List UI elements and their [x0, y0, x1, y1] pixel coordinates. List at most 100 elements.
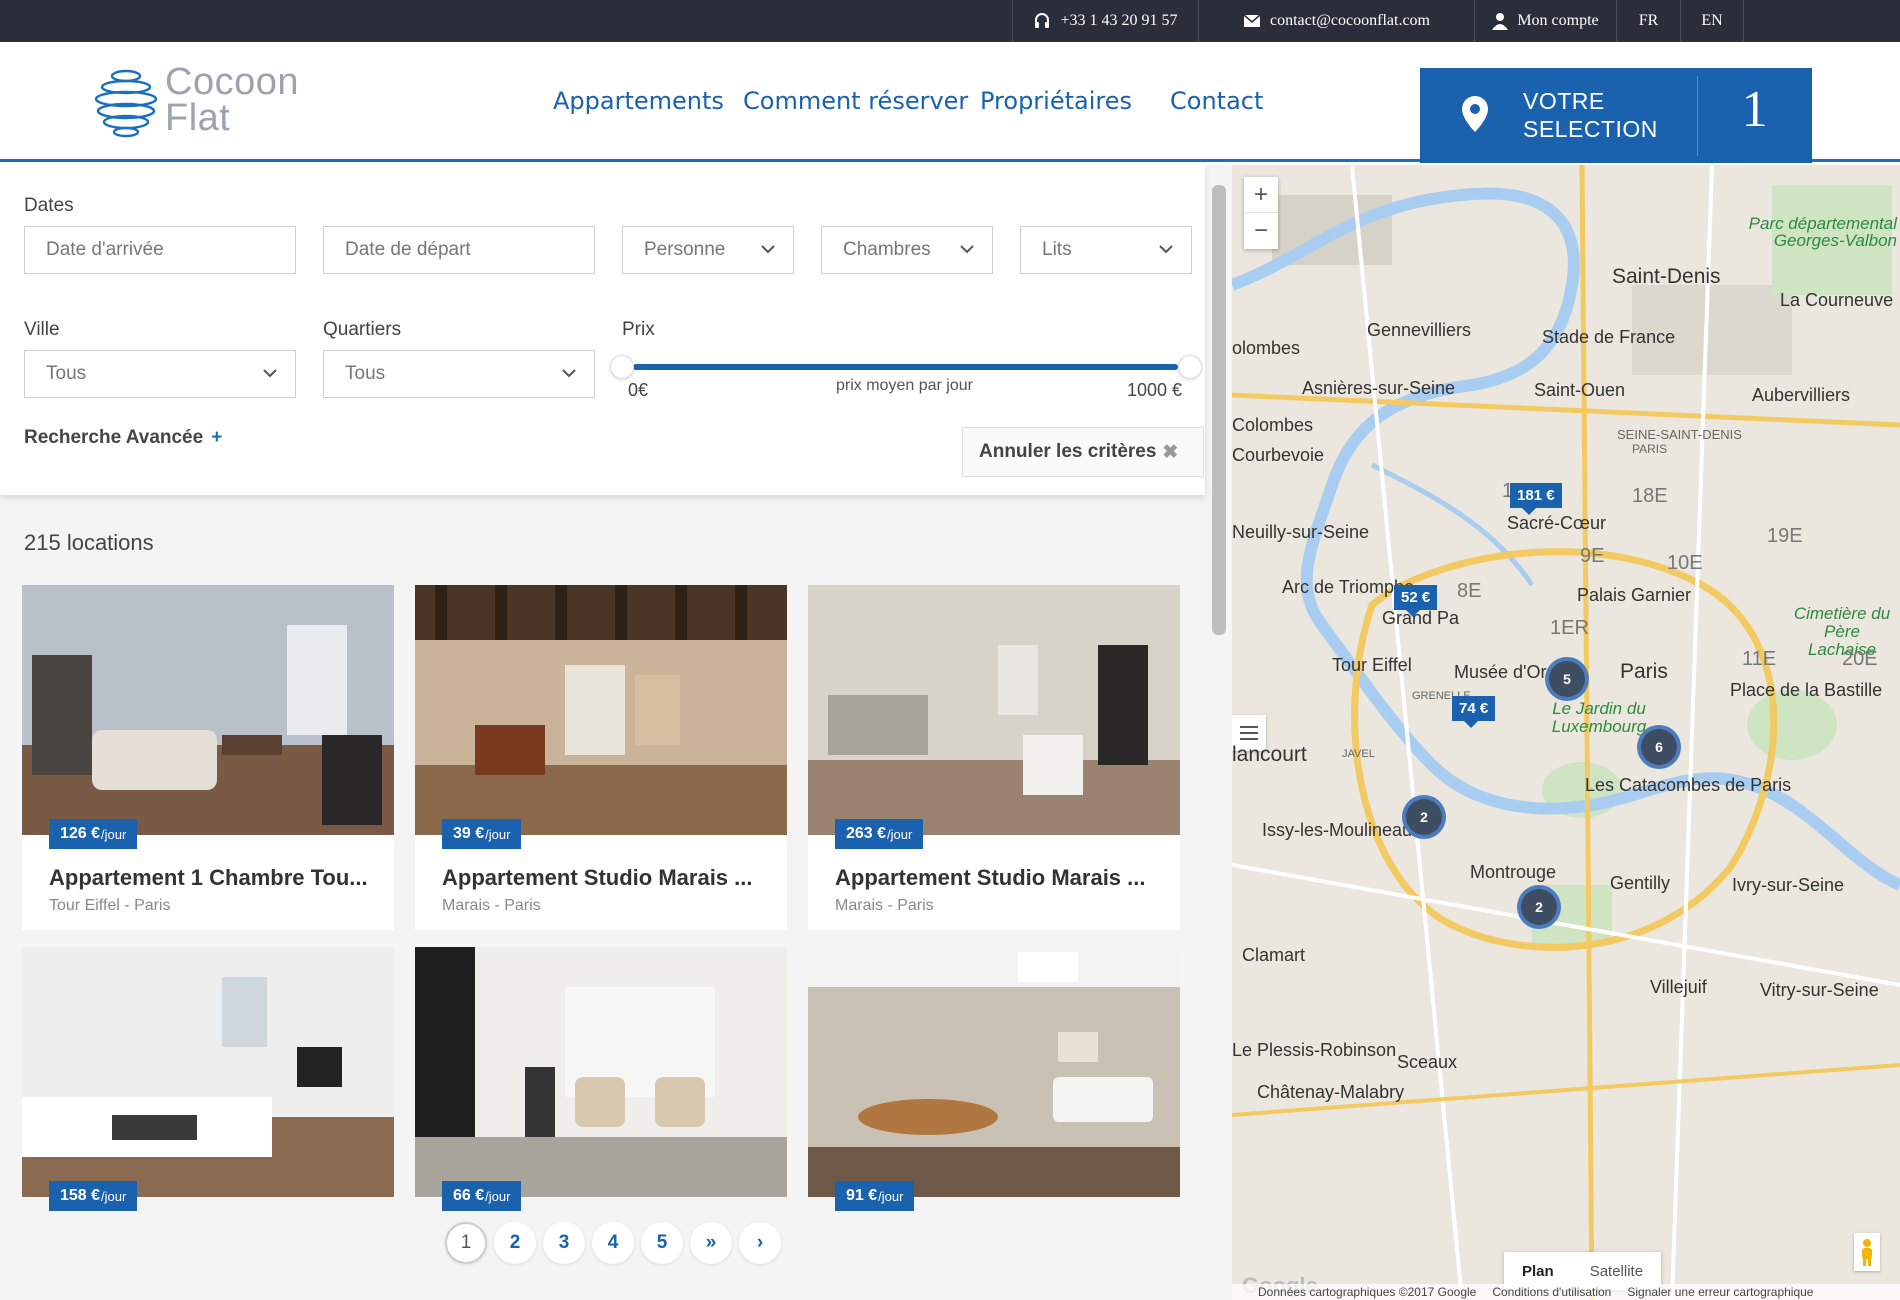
listing-photo: [808, 947, 1180, 1197]
map-label: 8E: [1457, 580, 1482, 602]
map-label: Sacré-Cœur: [1507, 513, 1607, 533]
advanced-search-toggle[interactable]: Recherche Avancée +: [24, 427, 222, 449]
scrollbar[interactable]: [1212, 185, 1226, 635]
map-label: JAVEL: [1342, 748, 1375, 760]
phone-number: +33 1 43 20 91 57: [1060, 12, 1178, 29]
email-link[interactable]: contact@cocoonflat.com: [1198, 0, 1474, 42]
page-3[interactable]: 3: [543, 1222, 585, 1264]
listing-location: Marais - Paris: [835, 897, 934, 914]
arrival-date-input[interactable]: Date d'arrivée: [24, 226, 296, 274]
headset-icon: [1035, 13, 1050, 28]
price-unit: /jour: [878, 1188, 904, 1204]
listing-card[interactable]: 91 €/jour: [808, 947, 1180, 1211]
map-label: Saint-Denis: [1612, 265, 1721, 288]
price-value: 91 €: [846, 1187, 878, 1204]
nav-proprietaires[interactable]: Propriétaires: [980, 87, 1132, 115]
price-slider-track[interactable]: [633, 364, 1178, 370]
price-unit: /jour: [101, 826, 127, 842]
listing-cluster[interactable]: 5: [1545, 657, 1589, 701]
zoom-control: + −: [1244, 177, 1278, 249]
page-4[interactable]: 4: [592, 1222, 634, 1264]
district-value: Tous: [345, 363, 386, 384]
results-panel: Dates Date d'arrivée Date de départ Pers…: [0, 165, 1232, 1300]
cocoon-logo-icon: [95, 69, 158, 138]
map-label: Le Plessis-Robinson: [1232, 1040, 1397, 1060]
listing-cluster[interactable]: 2: [1402, 795, 1446, 839]
beds-select[interactable]: Lits: [1020, 226, 1192, 274]
logo[interactable]: Cocoon Flat: [95, 63, 325, 146]
map-attribution: Données cartographiques ©2017 Google Con…: [1232, 1284, 1900, 1300]
price-badge: 66 €/jour: [442, 1181, 522, 1211]
terms-link[interactable]: Conditions d'utilisation: [1492, 1285, 1611, 1299]
listing-title[interactable]: Appartement Studio Marais ...: [442, 865, 753, 891]
zoom-out-button[interactable]: −: [1244, 213, 1278, 249]
map-label: olombes: [1232, 338, 1301, 358]
listing-photo: [808, 585, 1180, 835]
listing-photo: [22, 947, 394, 1197]
map-label: Les Catacombes de Paris: [1585, 775, 1792, 795]
selection-button[interactable]: VOTRE SELECTION 1: [1420, 68, 1812, 163]
reset-criteria-label: Annuler les critères: [979, 441, 1157, 462]
city-label: Ville: [24, 319, 60, 340]
page-2[interactable]: 2: [494, 1222, 536, 1264]
departure-date-input[interactable]: Date de départ: [323, 226, 595, 274]
price-pin[interactable]: 181 €: [1510, 483, 1562, 515]
nav-comment-reserver[interactable]: Comment réserver: [743, 87, 968, 115]
map-label: 10E: [1667, 552, 1703, 574]
map-label: Asnières-sur-Seine: [1302, 378, 1456, 398]
envelope-icon: [1243, 14, 1261, 27]
lang-fr[interactable]: FR: [1616, 0, 1680, 42]
map-label: Ivry-sur-Seine: [1732, 875, 1845, 895]
price-slider-max-handle[interactable]: [1178, 355, 1202, 379]
city-select[interactable]: Tous: [24, 350, 296, 398]
rooms-value: Chambres: [843, 239, 931, 260]
price-pin[interactable]: 74 €: [1452, 696, 1496, 728]
advanced-search-label: Recherche Avancée: [24, 427, 204, 448]
price-pin[interactable]: 52 €: [1394, 585, 1438, 617]
price-value: 66 €: [453, 1187, 485, 1204]
page-1[interactable]: 1: [445, 1222, 487, 1264]
listing-card[interactable]: 158 €/jour: [22, 947, 394, 1211]
listing-title[interactable]: Appartement 1 Chambre Tou...: [49, 865, 368, 891]
account-label: Mon compte: [1517, 12, 1599, 29]
price-value: 158 €: [60, 1187, 101, 1204]
district-select[interactable]: Tous: [323, 350, 595, 398]
reset-criteria-button[interactable]: Annuler les critères ✖: [962, 427, 1204, 477]
lang-en[interactable]: EN: [1680, 0, 1744, 42]
price-value: 126 €: [60, 825, 101, 842]
price-badge: 91 €/jour: [835, 1181, 915, 1211]
zoom-in-button[interactable]: +: [1244, 177, 1278, 213]
nav-contact[interactable]: Contact: [1170, 87, 1263, 115]
nav-appartements[interactable]: Appartements: [553, 87, 724, 115]
beds-value: Lits: [1042, 239, 1072, 260]
listing-cluster[interactable]: 2: [1517, 885, 1561, 929]
page-5[interactable]: 5: [641, 1222, 683, 1264]
next-page-button[interactable]: ›: [739, 1222, 781, 1264]
report-error-link[interactable]: Signaler une erreur cartographique: [1627, 1285, 1813, 1299]
map[interactable]: + − Saint-Denis La Courneuve Parc départ…: [1232, 165, 1900, 1300]
plus-icon: +: [211, 427, 223, 448]
map-label: 19E: [1767, 525, 1803, 547]
listing-card[interactable]: 66 €/jour: [415, 947, 787, 1211]
listing-cluster[interactable]: 6: [1637, 725, 1681, 769]
account-link[interactable]: Mon compte: [1474, 0, 1616, 42]
listing-title[interactable]: Appartement Studio Marais ...: [835, 865, 1146, 891]
map-label: Grand Pa: [1382, 608, 1460, 628]
phone-link[interactable]: +33 1 43 20 91 57: [1012, 0, 1198, 42]
persons-select[interactable]: Personne: [622, 226, 794, 274]
last-page-button[interactable]: »: [690, 1222, 732, 1264]
map-label: Tour Eiffel: [1332, 655, 1412, 675]
street-view-icon[interactable]: [1854, 1233, 1880, 1271]
map-label: 18E: [1632, 485, 1668, 507]
map-label: Le Jardin du Luxembourg: [1551, 699, 1647, 736]
map-label: Villejuif: [1650, 977, 1707, 997]
chevron-down-icon: [562, 369, 576, 378]
map-label: Stade de France: [1542, 327, 1676, 347]
listing-card[interactable]: 39 €/jour Appartement Studio Marais ... …: [415, 585, 787, 930]
listing-card[interactable]: 126 €/jour Appartement 1 Chambre Tou... …: [22, 585, 394, 930]
price-badge: 39 €/jour: [442, 819, 522, 849]
rooms-select[interactable]: Chambres: [821, 226, 993, 274]
price-slider-min-handle[interactable]: [610, 355, 634, 379]
listing-location: Tour Eiffel - Paris: [49, 897, 171, 914]
listing-card[interactable]: 263 €/jour Appartement Studio Marais ...…: [808, 585, 1180, 930]
